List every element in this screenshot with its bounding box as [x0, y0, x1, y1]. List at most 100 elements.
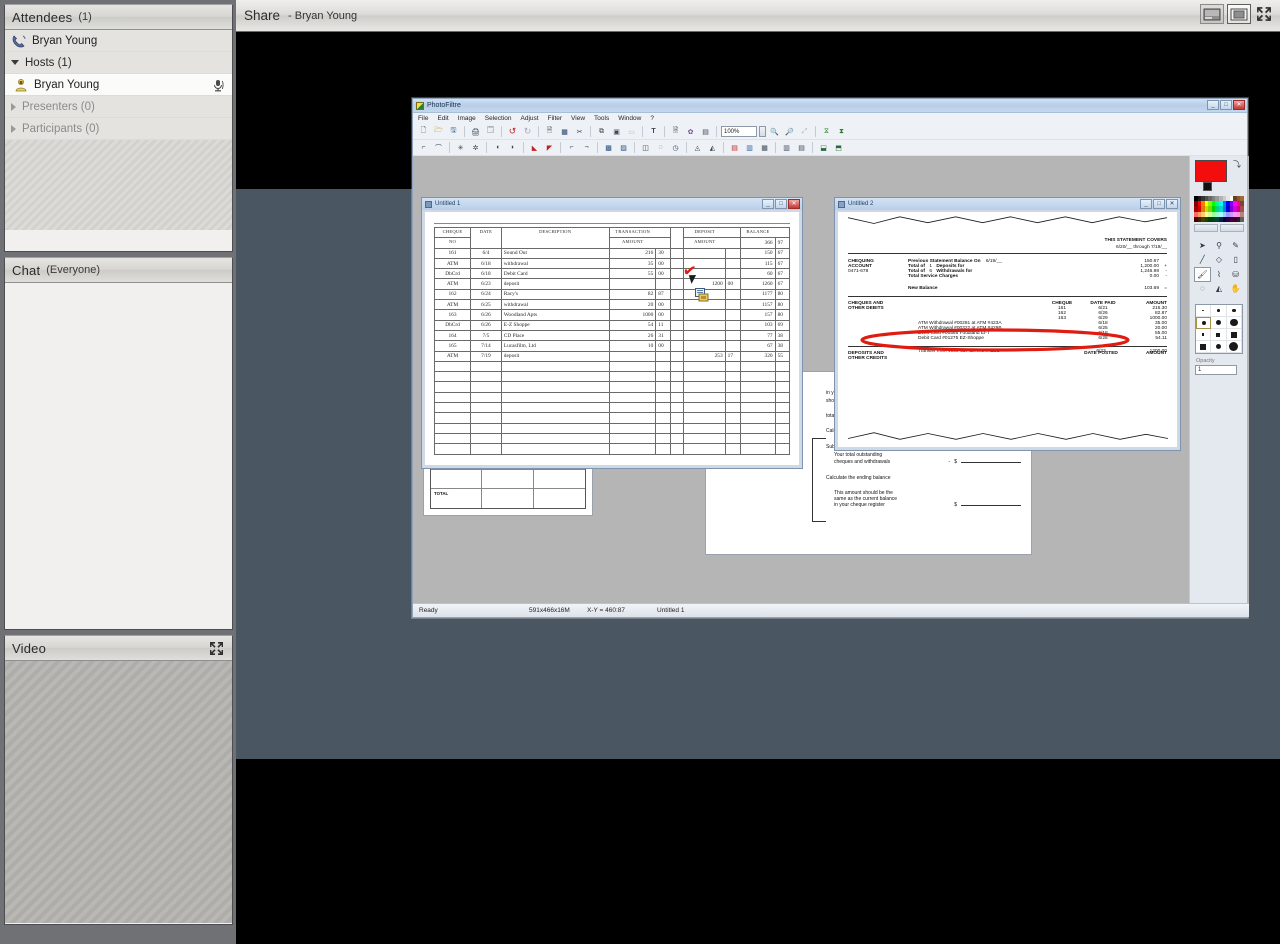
menu-edit[interactable]: Edit [437, 115, 448, 122]
expand-icon[interactable] [209, 641, 224, 656]
brush-sq-2[interactable] [1211, 329, 1227, 341]
photofiltre-titlebar[interactable]: PhotoFiltre _ □ ✕ [413, 99, 1247, 113]
brush-dot-2[interactable] [1211, 317, 1227, 329]
saturation-up-icon[interactable]: ◣ [528, 141, 541, 154]
group-hosts[interactable]: Hosts (1) [5, 52, 232, 74]
save-file-icon[interactable]: 🖫 [447, 125, 460, 138]
hand-tool-icon[interactable]: ✋ [1227, 282, 1244, 297]
batch-icon[interactable]: ⬒ [832, 141, 845, 154]
palette-2-icon[interactable]: ▥ [743, 141, 756, 154]
flip-horizontal-icon[interactable]: ⧖ [820, 125, 833, 138]
copy-icon[interactable]: 🗎 [543, 125, 556, 138]
zoom-spinner[interactable] [759, 126, 766, 137]
redo-icon[interactable]: ↻ [521, 125, 534, 138]
photofiltre-workspace[interactable]: TOTAL $ [413, 156, 1249, 605]
brush-sq-3[interactable] [1226, 329, 1242, 341]
print-icon[interactable]: 🖨 [469, 125, 482, 138]
minimize-button[interactable]: _ [1207, 100, 1219, 110]
chat-header[interactable]: Chat (Everyone) [5, 258, 232, 283]
attendee-phone-row[interactable]: Bryan Young [5, 30, 232, 52]
rotate-right-icon[interactable]: ¬ [580, 141, 593, 154]
palette-1-icon[interactable]: ▤ [728, 141, 741, 154]
brush-big-2[interactable] [1211, 341, 1227, 353]
magic-wand-tool-icon[interactable]: ✎ [1227, 238, 1244, 253]
doc1-minimize-button[interactable]: _ [762, 199, 774, 209]
tile-windows-icon[interactable]: ▥ [780, 141, 793, 154]
contrast-up-icon[interactable]: ◖ [491, 141, 504, 154]
menu-help[interactable]: ? [650, 115, 654, 122]
image-size-icon[interactable]: 🗟 [669, 125, 682, 138]
doc2-canvas[interactable]: THIS STATEMENT COVERS 6/20/__ through 7/… [838, 212, 1177, 447]
cheque-register-rows[interactable]: 161 6/4 Sound Out 216 30 150 67 ATM 6/18 withdraw… [433, 247, 791, 455]
pointer-tool-icon[interactable]: ➤ [1194, 238, 1211, 253]
brush-m[interactable] [1226, 305, 1242, 317]
brush-big-1[interactable] [1196, 341, 1212, 353]
brightness-up-icon[interactable]: ✳ [454, 141, 467, 154]
menu-tools[interactable]: Tools [594, 115, 609, 122]
stamp-tool-icon[interactable]: ▯ [1227, 253, 1244, 268]
bank-statement-document[interactable]: Untitled 2 _ □ ✕ THIS STATEMENT COVERS 6… [834, 197, 1181, 451]
group-presenters[interactable]: Presenters (0) [5, 96, 232, 118]
open-file-icon[interactable]: 🗁 [432, 125, 445, 138]
doc1-titlebar[interactable]: Untitled 1 _ □ ✕ [422, 198, 802, 210]
zoom-in-icon[interactable]: 🔍 [768, 125, 781, 138]
contrast-down-icon[interactable]: ◗ [506, 141, 519, 154]
swap-colors-icon[interactable]: ⤵ [1233, 159, 1241, 170]
secondary-color-swatch[interactable] [1203, 182, 1212, 191]
chevron-down-icon[interactable] [11, 60, 19, 65]
gradient-icon[interactable]: ▩ [602, 141, 615, 154]
fit-page-view-button[interactable] [1227, 4, 1251, 24]
color-swatch[interactable] [1240, 216, 1244, 222]
photofiltre-window[interactable]: PhotoFiltre _ □ ✕ File Edit Image Select… [412, 98, 1249, 618]
eyedropper-tool-icon[interactable]: ⚲ [1211, 238, 1228, 253]
doc2-titlebar[interactable]: Untitled 2 _ □ ✕ [835, 198, 1180, 210]
brush-s[interactable] [1211, 305, 1227, 317]
doc2-close-button[interactable]: ✕ [1166, 199, 1178, 209]
clock-icon[interactable]: ◷ [669, 141, 682, 154]
microphone-icon[interactable] [210, 77, 226, 93]
color-palette[interactable] [1194, 196, 1244, 222]
chat-messages[interactable] [5, 283, 232, 629]
primary-color-swatch[interactable] [1195, 160, 1227, 182]
sharpen-tool-icon[interactable]: ◭ [1211, 282, 1228, 297]
zoom-input[interactable]: 100% [721, 126, 757, 137]
rotate-left-icon[interactable]: ⌐ [565, 141, 578, 154]
video-header[interactable]: Video [5, 636, 232, 661]
levels-icon[interactable]: ▦ [758, 141, 771, 154]
bucket-tool-icon[interactable]: ⛁ [1227, 267, 1244, 282]
paste-icon[interactable]: ▦ [558, 125, 571, 138]
color-adjust-icon[interactable]: ✿ [684, 125, 697, 138]
photofiltre-tool-panel[interactable]: ⤵ ➤ ⚲ ✎ ╱ ◇ ▯ 🖌 ⌇ ⛁ ◌ ◭ ✋ Opacity 1 [1189, 156, 1247, 605]
undo-icon[interactable]: ↺ [506, 125, 519, 138]
brightness-down-icon[interactable]: ✲ [469, 141, 482, 154]
zoom-fit-icon[interactable]: ⤢ [798, 125, 811, 138]
brush-xs[interactable] [1196, 305, 1212, 317]
chevron-right-icon[interactable] [11, 102, 16, 111]
doc1-maximize-button[interactable]: □ [775, 199, 787, 209]
doc1-close-button[interactable]: ✕ [788, 199, 800, 209]
doc2-minimize-button[interactable]: _ [1140, 199, 1152, 209]
cut-icon[interactable]: ✂ [573, 125, 586, 138]
flip-vertical-icon[interactable]: ⧗ [835, 125, 848, 138]
cascade-windows-icon[interactable]: ▤ [795, 141, 808, 154]
group-participants[interactable]: Participants (0) [5, 118, 232, 140]
doc2-maximize-button[interactable]: □ [1153, 199, 1165, 209]
blur-icon[interactable]: ◭ [706, 141, 719, 154]
zoom-out-icon[interactable]: 🔎 [783, 125, 796, 138]
select-lasso-icon[interactable]: ⌒ [432, 141, 445, 154]
maximize-button[interactable]: □ [1220, 100, 1232, 110]
chevron-right-icon[interactable] [11, 124, 16, 133]
brush-tool-icon[interactable]: 🖌 [1194, 267, 1211, 282]
palette-load-button[interactable] [1194, 224, 1218, 232]
mirror-icon[interactable]: ◫ [639, 141, 652, 154]
menu-view[interactable]: View [571, 115, 585, 122]
frame-icon[interactable]: ▤ [699, 125, 712, 138]
video-area[interactable] [5, 661, 232, 923]
brush-sq-1[interactable] [1196, 329, 1212, 341]
export-icon[interactable]: ⬓ [817, 141, 830, 154]
menu-file[interactable]: File [418, 115, 428, 122]
fit-width-view-button[interactable] [1200, 4, 1224, 24]
menu-filter[interactable]: Filter [548, 115, 562, 122]
new-file-icon[interactable]: 🗋 [417, 125, 430, 138]
shared-screen-stage[interactable]: PhotoFiltre _ □ ✕ File Edit Image Select… [236, 32, 1280, 944]
